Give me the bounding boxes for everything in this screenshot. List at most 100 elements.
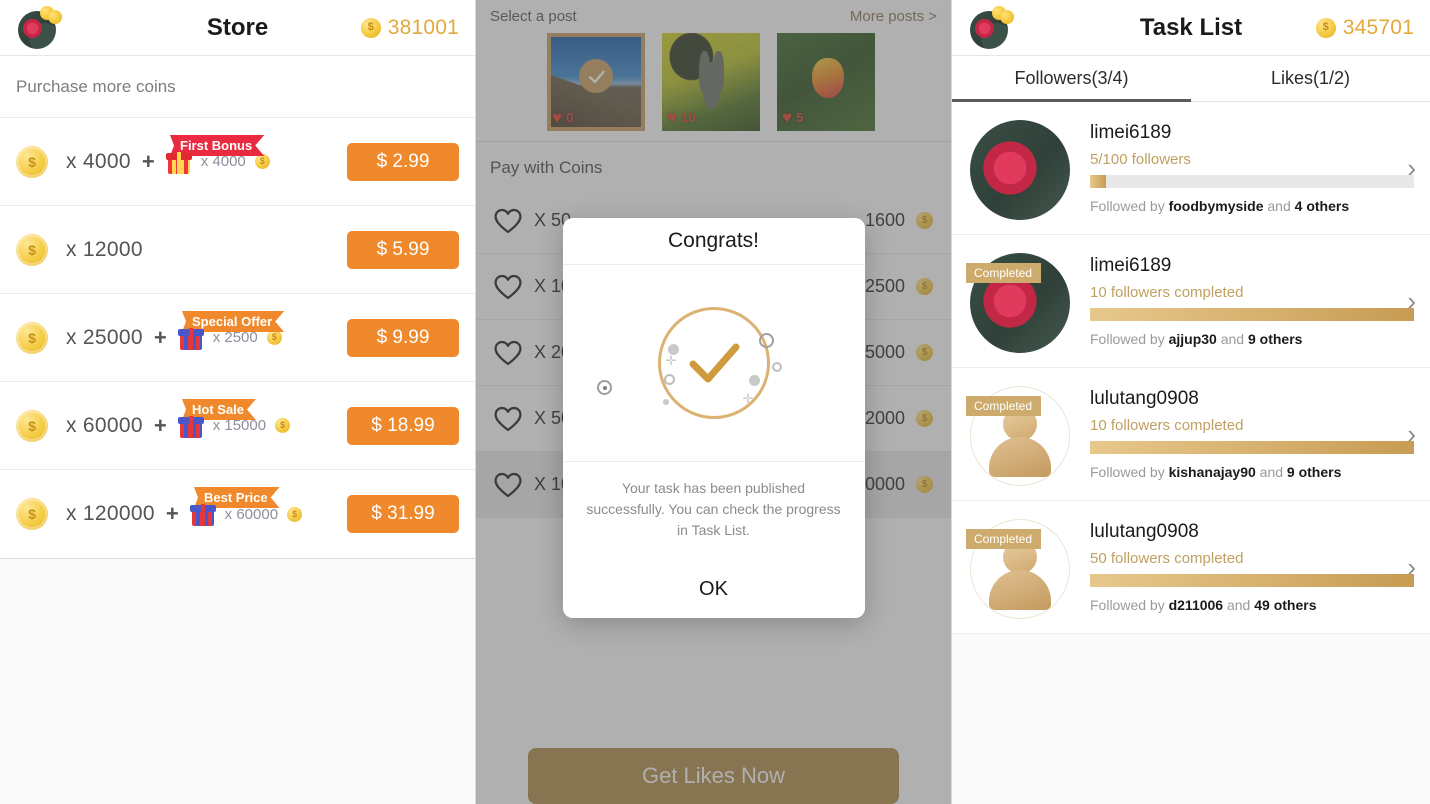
- task-followed-by: Followed by foodbymyside and 4 others: [1090, 198, 1350, 214]
- task-followed-by: Followed by d211006 and 49 others: [1090, 597, 1317, 613]
- coin-icon: $: [1315, 17, 1336, 38]
- task-username: limei6189: [1090, 122, 1172, 143]
- coin-balance[interactable]: $ 345701: [1315, 15, 1414, 40]
- dialog-ok-button[interactable]: OK: [562, 561, 865, 618]
- coin-icon: $: [16, 321, 48, 354]
- store-topbar: Store $ 381001: [0, 0, 475, 56]
- deco-sparkle: ✛: [665, 353, 677, 368]
- store-item-details: x 60000 + x 15000 $: [66, 413, 291, 439]
- store-item-bonus-amount: x 60000: [224, 505, 279, 523]
- deco-sparkle: ✛: [742, 391, 754, 406]
- deco-dot: [602, 386, 607, 390]
- avatar: Completed: [966, 253, 1070, 353]
- task-progress-bar: [1090, 441, 1414, 454]
- chevron-right-icon[interactable]: ›: [1407, 288, 1416, 314]
- deco-dot: [771, 362, 782, 372]
- deco-dot: [758, 333, 774, 348]
- gift-icon: [165, 150, 192, 174]
- followed-username: ajjup30: [1168, 331, 1217, 347]
- followed-others-count: 9 others: [1247, 331, 1303, 347]
- store-item-price-button[interactable]: $ 9.99: [347, 318, 459, 357]
- followed-username: d211006: [1168, 597, 1224, 613]
- store-item-price-button[interactable]: $ 18.99: [347, 406, 459, 445]
- store-item-row[interactable]: Best Price $ x 120000 + x 60000 $ $ 31.99: [0, 470, 475, 558]
- task-progress-bar: [1090, 308, 1414, 321]
- store-item-coin-amount: x 12000: [66, 237, 143, 261]
- task-progress-bar: [1090, 574, 1414, 587]
- store-item-price-button[interactable]: $ 31.99: [347, 495, 459, 533]
- task-row-list: limei6189 5/100 followers Followed by food…: [952, 102, 1430, 634]
- store-item-coin-amount: x 4000: [66, 149, 131, 173]
- check-icon: [689, 343, 739, 383]
- chevron-right-icon[interactable]: ›: [1407, 155, 1416, 181]
- deco-dot: [663, 374, 675, 385]
- task-empty-space: [952, 634, 1430, 804]
- plus-sign: +: [153, 324, 167, 350]
- store-empty-space: [0, 559, 475, 804]
- dialog-message: Your task has been published successfull…: [562, 461, 865, 561]
- task-rows-container: limei6189 5/100 followers Followed by food…: [952, 102, 1430, 804]
- tab-label: Followers(3/4): [1014, 68, 1129, 88]
- gift-icon: [177, 414, 204, 438]
- task-row[interactable]: limei6189 5/100 followers Followed by food…: [952, 102, 1430, 235]
- avatar-image: [970, 120, 1070, 220]
- task-row[interactable]: Completed limei6189 10 followers completed…: [952, 235, 1430, 368]
- coin-icon: $: [266, 330, 282, 345]
- task-username: lulutang0908: [1090, 521, 1199, 542]
- task-info: lulutang0908 10 followers completed Follow…: [1090, 386, 1414, 480]
- three-panel-screenshot: Store $ 381001 Purchase more coins First…: [0, 0, 1430, 804]
- tab-followers-3-4[interactable]: Followers(3/4): [952, 56, 1191, 102]
- followed-others-count: 4 others: [1294, 198, 1350, 214]
- coin-icon: $: [16, 498, 48, 530]
- store-item-price-button[interactable]: $ 2.99: [347, 142, 459, 181]
- coin-icon: $: [254, 154, 270, 169]
- app-logo-icon: [968, 5, 1014, 51]
- task-username: limei6189: [1090, 255, 1172, 276]
- store-item-row[interactable]: Special Offer $ x 25000 + x 2500 $ $ 9.99: [0, 294, 475, 382]
- deco-dot: [748, 375, 760, 386]
- task-info: lulutang0908 50 followers completed Follow…: [1090, 519, 1414, 613]
- completed-badge: Completed: [966, 396, 1042, 416]
- task-info: limei6189 10 followers completed Followed …: [1090, 253, 1414, 347]
- followed-others-count: 9 others: [1286, 464, 1342, 480]
- store-item-coin-amount: x 60000: [66, 413, 143, 437]
- congrats-dialog: Congrats! ✛ ✛ Your task has been publish…: [562, 218, 865, 618]
- store-item-coin-amount: x 25000: [66, 325, 143, 349]
- completed-badge: Completed: [966, 263, 1042, 283]
- gift-icon: [177, 326, 204, 350]
- store-item-details: x 12000: [66, 238, 143, 262]
- plus-sign: +: [165, 501, 179, 526]
- task-info: limei6189 5/100 followers Followed by food…: [1090, 120, 1414, 214]
- store-item-row[interactable]: Hot Sale $ x 60000 + x 15000 $ $ 18.99: [0, 382, 475, 470]
- store-item-row[interactable]: First Bonus $ x 4000 + x 4000 $ $ 2.99: [0, 118, 475, 206]
- success-illustration: ✛ ✛: [563, 265, 865, 461]
- coin-balance-amount: 345701: [1342, 15, 1414, 39]
- avatar: [970, 120, 1070, 220]
- app-logo-icon: [16, 5, 62, 51]
- followed-username: kishanajay90: [1168, 464, 1256, 480]
- gift-icon: [189, 502, 216, 526]
- tab-label: Likes(1/2): [1270, 68, 1351, 88]
- chevron-right-icon[interactable]: ›: [1407, 554, 1416, 580]
- task-followed-by: Followed by kishanajay90 and 9 others: [1090, 464, 1342, 480]
- coin-icon: $: [287, 506, 303, 522]
- purchase-subtitle: Purchase more coins: [0, 56, 475, 118]
- plus-sign: +: [141, 148, 155, 174]
- task-row[interactable]: Completed lulutang0908 50 followers comple…: [952, 501, 1430, 634]
- task-topbar: Task List $ 345701: [952, 0, 1430, 56]
- store-item-row[interactable]: $ x 12000 $ 5.99: [0, 206, 475, 294]
- store-item-price-button[interactable]: $ 5.99: [347, 230, 459, 269]
- task-status: 50 followers completed: [1090, 550, 1244, 567]
- task-status: 5/100 followers: [1090, 151, 1191, 168]
- coin-balance[interactable]: $ 381001: [360, 16, 459, 40]
- tab-likes-1-2[interactable]: Likes(1/2): [1191, 56, 1430, 101]
- avatar: Completed: [966, 519, 1070, 619]
- task-status: 10 followers completed: [1090, 417, 1244, 434]
- coin-icon: $: [16, 409, 48, 442]
- pay-with-coins-screen: Select a post More posts > ♥ 0 ♥ 10 ♥ 5 Pay w…: [476, 0, 952, 804]
- avatar: Completed: [966, 386, 1070, 486]
- store-item-coin-amount: x 120000: [66, 502, 155, 525]
- task-username: lulutang0908: [1090, 388, 1199, 409]
- task-row[interactable]: Completed lulutang0908 10 followers comple…: [952, 368, 1430, 501]
- chevron-right-icon[interactable]: ›: [1407, 421, 1416, 447]
